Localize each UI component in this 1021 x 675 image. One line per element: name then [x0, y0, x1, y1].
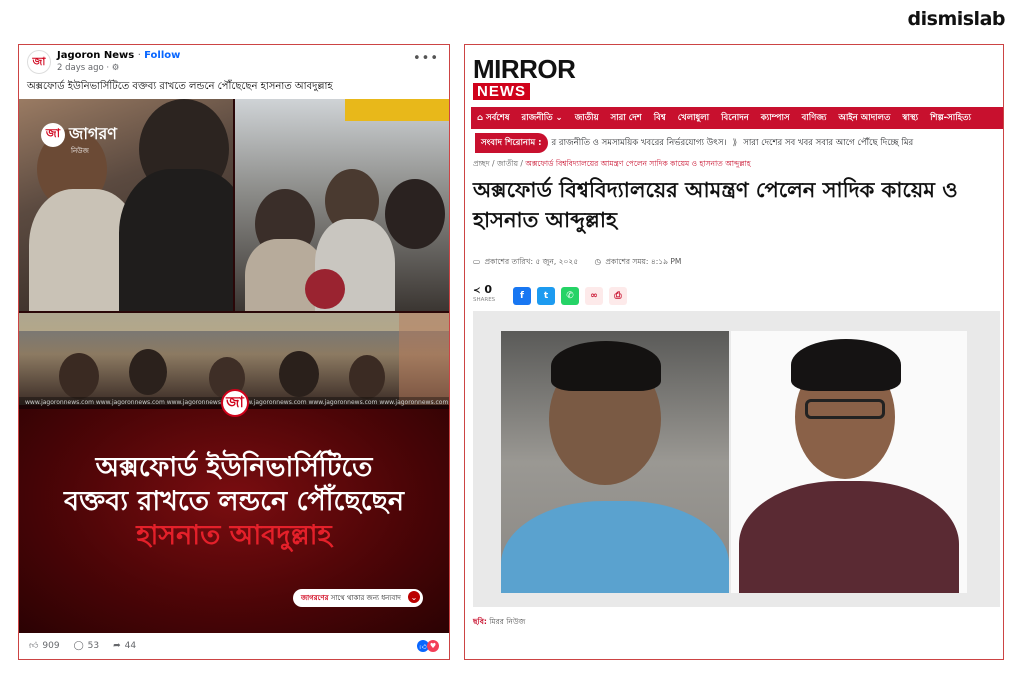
news-article-page: MIRROR NEWS ⌂ সর্বশেষ রাজনীতি ⌄ জাতীয় স… [464, 44, 1004, 660]
nav-item[interactable]: আইন আদালত [838, 111, 890, 125]
nav-item[interactable]: সারা দেশ [611, 111, 642, 125]
post-time[interactable]: 2 days ago [57, 63, 104, 73]
portrait-right [731, 331, 967, 593]
thumbs-up-icon: 👍︎ [29, 641, 39, 651]
photo-credit: ছবি: মিরর নিউজ [473, 617, 525, 629]
headline-line-2: বক্তব্য রাখতে লন্ডনে পৌঁছেছেন [63, 486, 405, 517]
nav-item[interactable]: স্বাস্থ্য [902, 111, 918, 125]
nav-item[interactable]: শিল্প-সাহিত্য [930, 111, 971, 125]
post-footer: 👍︎ 909 ◯ 53 ➦ 44 👍︎ ♥ [19, 633, 449, 659]
breadcrumb: প্রচ্ছদ / জাতীয় / অক্সফোর্ড বিশ্ববিদ্যা… [473, 159, 751, 171]
published-date: প্রকাশের তারিখ: ৫ জুন, ২০২৫ [484, 257, 579, 266]
nav-item[interactable]: জাতীয় [575, 111, 599, 125]
comparison-page: dismislab জা Jagoron News · Follow 2 day… [0, 0, 1021, 675]
thanks-pill: জাগরণের সাথে থাকার জন্য ধন্যবাদ ⌄ [292, 589, 423, 607]
comment-icon: ◯ [73, 641, 84, 651]
news-ticker: সংবাদ শিরোনাম : র রাজনীতি ও সমসাময়িক খব… [471, 133, 1003, 153]
more-options-icon[interactable]: ••• [413, 51, 439, 66]
ticker-label: সংবাদ শিরোনাম : [475, 133, 548, 153]
comment-count: 53 [87, 641, 100, 651]
jagoron-logo-sub: নিউজ [71, 147, 89, 155]
article-title: অক্সফোর্ড বিশ্ববিদ্যালয়ের আমন্ত্রণ পেলে… [473, 178, 958, 232]
portrait-left [501, 331, 729, 593]
post-caption: অক্সফোর্ড ইউনিভার্সিটিতে বক্তব্য রাখতে ল… [27, 81, 333, 92]
photo-credit-source: মিরর নিউজ [489, 617, 526, 626]
breadcrumb-home[interactable]: প্রচ্ছদ [473, 159, 490, 168]
article-image [473, 311, 1000, 607]
whatsapp-share-icon[interactable]: ✆ [561, 287, 579, 305]
jagoron-logo-text: জাগরণ [69, 124, 117, 143]
nav-item[interactable]: বিনোদন [721, 111, 749, 125]
thanks-text: সাথে থাকার জন্য ধন্যবাদ [330, 594, 401, 602]
logo-top: MIRROR [473, 54, 576, 84]
dismislab-logo: dismislab [907, 8, 1006, 30]
post-header: জা Jagoron News · Follow 2 days ago · ⚙ … [19, 45, 449, 79]
share-total: 0 [484, 283, 493, 296]
twitter-share-icon[interactable]: t [537, 287, 555, 305]
copy-link-icon[interactable]: ∞ [585, 287, 603, 305]
page-avatar[interactable]: জা [27, 50, 51, 74]
calendar-icon: ▭ [473, 257, 481, 266]
clock-icon: ◷ [594, 257, 602, 266]
facebook-share-icon[interactable]: f [513, 287, 531, 305]
facebook-post: জা Jagoron News · Follow 2 days ago · ⚙ … [18, 44, 450, 660]
ticker-item[interactable]: সারা দেশের সব খবর সবার আগে পৌঁছে দিচ্ছে … [743, 136, 913, 150]
published-time: প্রকাশের সময়: ৪:১৯ PM [605, 257, 682, 266]
nav-item[interactable]: ⌂ সর্বশেষ [477, 111, 510, 125]
logo-bottom: NEWS [473, 83, 530, 100]
jagoron-logo-mark: জা [41, 122, 65, 147]
reaction-icons[interactable]: 👍︎ ♥ [417, 640, 439, 652]
nav-item[interactable]: খেলাধুলা [678, 111, 709, 125]
breadcrumb-category[interactable]: জাতীয় [497, 159, 518, 168]
photo-credit-label: ছবি: [473, 617, 487, 626]
nav-item[interactable]: বিশ্ব [654, 111, 666, 125]
thanks-prefix: জাগরণের [300, 594, 329, 602]
love-reaction-icon: ♥ [427, 640, 439, 652]
headline-line-3: হাসনাত আবদুল্লাহ [136, 520, 332, 551]
mirror-news-logo[interactable]: MIRROR NEWS [473, 54, 576, 100]
breadcrumb-current: অক্সফোর্ড বিশ্ববিদ্যালয়ের আমন্ত্রণ পেলে… [525, 159, 751, 168]
share-count: 44 [124, 641, 137, 651]
print-icon[interactable]: ⎙ [609, 287, 627, 305]
airport-photo-1: জা জাগরণ নিউজ [19, 99, 233, 311]
headline-panel: অক্সফোর্ড ইউনিভার্সিটিতে বক্তব্য রাখতে ল… [19, 409, 449, 633]
nav-item[interactable]: ক্যাম্পাস [761, 111, 790, 125]
ticker-item[interactable]: র রাজনীতি ও সমসাময়িক খবরের নির্ভরযোগ্য … [552, 136, 727, 150]
airport-photo-2 [235, 99, 449, 311]
shares-label: SHARES [473, 297, 496, 303]
main-nav: ⌂ সর্বশেষ রাজনীতি ⌄ জাতীয় সারা দেশ বিশ্… [471, 107, 1003, 129]
chevron-down-icon: ⌄ [408, 591, 420, 603]
reaction-count: 909 [42, 641, 60, 651]
jagoron-center-logo: জা [221, 389, 249, 417]
follow-button[interactable]: Follow [144, 50, 180, 61]
share-icon: ➦ [113, 641, 121, 651]
post-image[interactable]: জা জাগরণ নিউজ www.jagoronnews.com www.ja… [19, 99, 449, 633]
headline-line-1: অক্সফোর্ড ইউনিভার্সিটিতে [95, 452, 373, 483]
share-button[interactable]: ➦ 44 [113, 641, 136, 651]
comment-button[interactable]: ◯ 53 [74, 641, 100, 651]
like-button[interactable]: 👍︎ 909 [29, 641, 60, 651]
article-meta: ▭ প্রকাশের তারিখ: ৫ জুন, ২০২৫ ◷ প্রকাশের… [473, 257, 695, 269]
share-bar: ≺ 0 SHARES f t ✆ ∞ ⎙ [473, 283, 993, 307]
globe-icon: ⚙ [111, 63, 120, 73]
nav-item[interactable]: রাজনীতি ⌄ [522, 111, 563, 125]
share-icon: ≺ [473, 286, 481, 296]
nav-item[interactable]: বাণিজ্য [802, 111, 827, 125]
ticker-separator-icon: ⟫ [732, 138, 738, 148]
page-name[interactable]: Jagoron News [57, 50, 134, 61]
